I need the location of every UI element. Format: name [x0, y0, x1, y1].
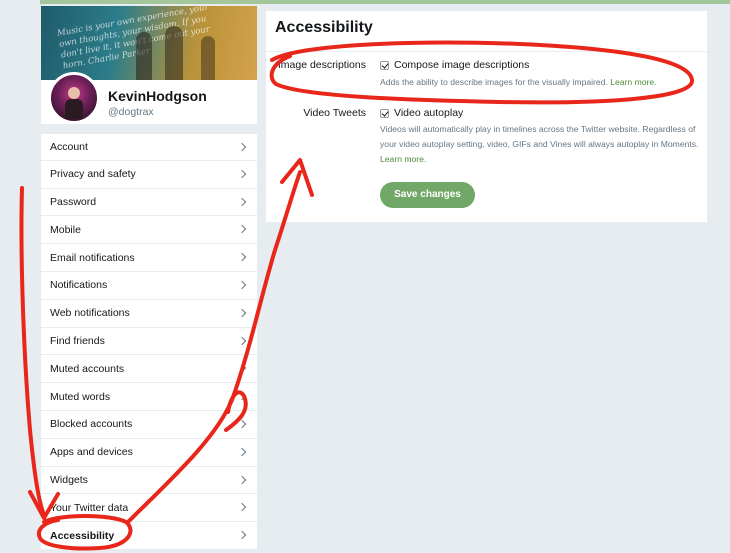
banner-silhouette — [136, 32, 152, 80]
chevron-right-icon — [237, 169, 247, 179]
chevron-right-icon — [237, 336, 247, 345]
video-autoplay-checkbox[interactable] — [380, 109, 389, 118]
nav-item-find-friends[interactable]: Find friends — [41, 328, 257, 356]
banner-silhouette — [165, 26, 183, 80]
image-descriptions-help-text: Adds the ability to describe images for … — [380, 77, 608, 87]
chevron-right-icon — [237, 419, 247, 429]
nav-item-your-twitter-data[interactable]: Your Twitter data — [41, 494, 257, 523]
chevron-right-icon — [237, 475, 247, 484]
chevron-right-icon — [237, 225, 247, 234]
nav-item-privacy-and-safety[interactable]: Privacy and safety — [41, 161, 257, 189]
nav-item-email-notifications[interactable]: Email notifications — [41, 244, 257, 272]
nav-item-muted-words[interactable]: Muted words — [41, 383, 257, 411]
nav-item-account[interactable]: Account — [41, 133, 257, 161]
nav-item-blocked-accounts[interactable]: Blocked accounts — [41, 411, 257, 439]
divider — [266, 51, 707, 52]
settings-nav: Account Privacy and safety Password Mobi… — [41, 133, 257, 550]
banner-silhouette — [201, 36, 215, 80]
nav-item-label: Muted words — [50, 390, 111, 403]
chevron-right-icon — [237, 530, 247, 540]
nav-item-label: Apps and devices — [50, 446, 133, 459]
video-autoplay-help-text: Videos will automatically play in timeli… — [380, 124, 699, 149]
nav-item-label: Account — [50, 140, 88, 153]
image-descriptions-help: Adds the ability to describe images for … — [380, 75, 700, 90]
nav-item-accessibility[interactable]: Accessibility — [41, 522, 257, 550]
nav-item-muted-accounts[interactable]: Muted accounts — [41, 355, 257, 384]
profile-name[interactable]: KevinHodgson — [108, 88, 207, 104]
nav-item-label: Password — [50, 195, 97, 208]
avatar-figure-body — [65, 99, 83, 119]
nav-item-password[interactable]: Password — [41, 189, 257, 217]
avatar-figure-head — [68, 87, 80, 99]
top-accent-line — [40, 0, 730, 4]
chevron-right-icon — [237, 391, 247, 401]
nav-item-label: Blocked accounts — [50, 418, 133, 431]
nav-item-apps-and-devices[interactable]: Apps and devices — [41, 439, 257, 467]
nav-item-label: Muted accounts — [50, 362, 125, 375]
profile-banner: Music is your own experience, your own t… — [41, 6, 257, 80]
chevron-right-icon — [237, 308, 247, 318]
nav-item-label: Web notifications — [50, 307, 130, 320]
video-tweets-label: Video Tweets — [303, 107, 366, 119]
page-title: Accessibility — [275, 19, 373, 36]
chevron-right-icon — [237, 142, 247, 152]
nav-item-label: Accessibility — [50, 529, 115, 542]
nav-item-widgets[interactable]: Widgets — [41, 467, 257, 495]
chevron-right-icon — [237, 503, 247, 512]
save-changes-button[interactable]: Save changes — [380, 182, 475, 208]
nav-item-mobile[interactable]: Mobile — [41, 216, 257, 245]
nav-item-label: Your Twitter data — [50, 501, 129, 514]
video-autoplay-help: Videos will automatically play in timeli… — [380, 122, 700, 167]
avatar[interactable] — [48, 72, 100, 124]
nav-item-label: Mobile — [50, 223, 81, 236]
chevron-right-icon — [237, 252, 247, 262]
nav-item-label: Privacy and safety — [50, 168, 136, 181]
image-descriptions-learn-more-link[interactable]: Learn more. — [610, 77, 656, 87]
profile-handle[interactable]: @dogtrax — [108, 106, 154, 118]
compose-image-descriptions-checkbox[interactable] — [380, 61, 389, 70]
chevron-right-icon — [237, 364, 247, 373]
profile-card[interactable]: Music is your own experience, your own t… — [41, 6, 257, 124]
chevron-right-icon — [237, 280, 247, 290]
chevron-right-icon — [237, 447, 247, 457]
nav-item-notifications[interactable]: Notifications — [41, 272, 257, 300]
accessibility-panel: Accessibility Image descriptions Compose… — [266, 11, 707, 222]
compose-image-descriptions-label[interactable]: Compose image descriptions — [394, 59, 529, 71]
nav-item-web-notifications[interactable]: Web notifications — [41, 300, 257, 328]
nav-item-label: Email notifications — [50, 251, 135, 264]
video-autoplay-learn-more-link[interactable]: Learn more. — [380, 154, 426, 164]
image-descriptions-label: Image descriptions — [277, 59, 366, 71]
chevron-right-icon — [237, 197, 247, 206]
nav-item-label: Widgets — [50, 473, 88, 486]
video-autoplay-label[interactable]: Video autoplay — [394, 107, 463, 119]
nav-item-label: Notifications — [50, 279, 108, 292]
nav-item-label: Find friends — [50, 334, 105, 347]
